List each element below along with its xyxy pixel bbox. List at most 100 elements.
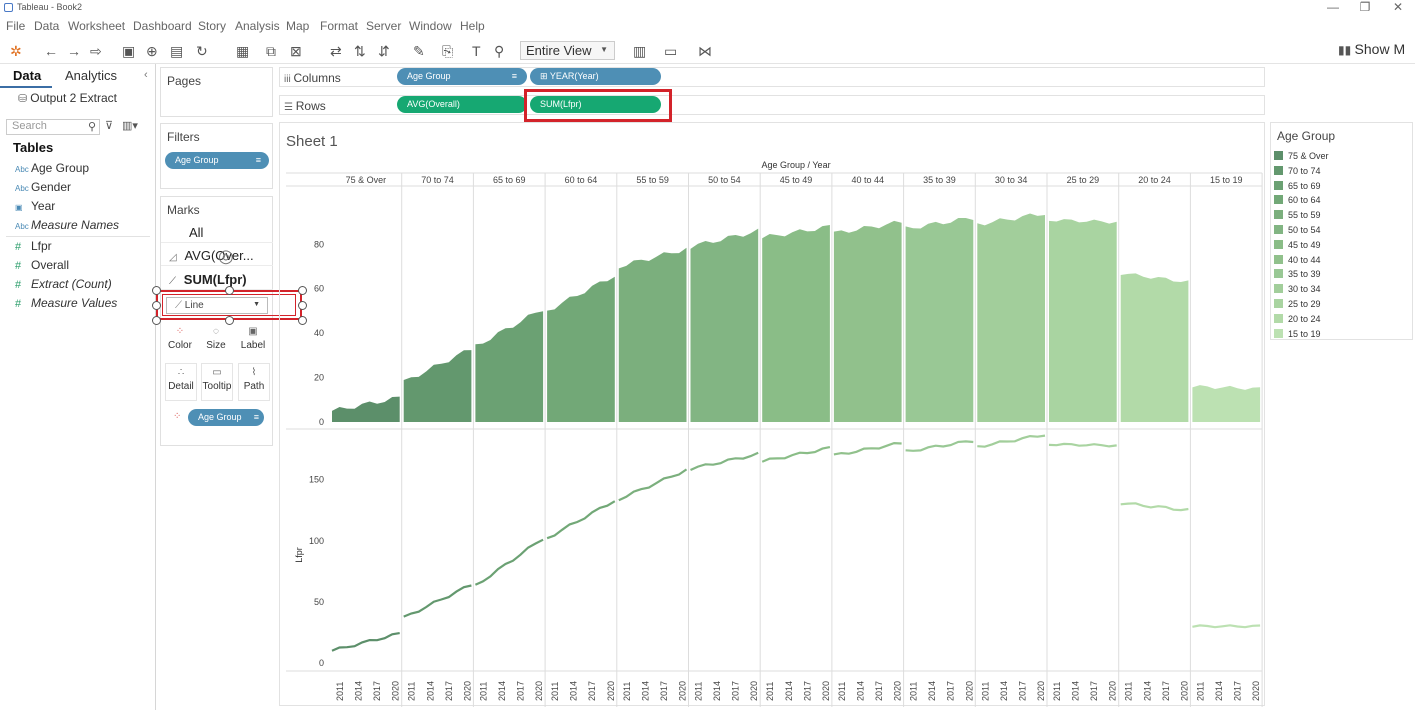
undo-icon[interactable]: ← (44, 43, 58, 59)
share-icon[interactable]: ⋈ (698, 43, 712, 59)
menu-format[interactable]: Format (320, 19, 358, 33)
legend-item[interactable]: 75 & Over (1274, 151, 1329, 161)
filter-fields-icon[interactable]: ⊽ (105, 119, 113, 132)
legend-item[interactable]: 50 to 54 (1274, 225, 1321, 235)
restore-button[interactable]: ❐ (1347, 0, 1383, 16)
marks-all[interactable]: All (161, 221, 273, 243)
menu-worksheet[interactable]: Worksheet (68, 19, 125, 33)
menu-data[interactable]: Data (34, 19, 59, 33)
field-lfpr[interactable]: # Lfpr (15, 239, 52, 253)
column-pill-age-group[interactable]: Age Group ≡ (397, 68, 527, 85)
collapse-icon[interactable]: ‹ (144, 69, 148, 81)
tooltip-icon: ▭ (212, 367, 222, 378)
column-pill-year[interactable]: ⊞ YEAR(Year) (530, 68, 661, 85)
field-extract-count[interactable]: # Extract (Count) (15, 277, 112, 291)
path-button[interactable]: ⌇ Path (238, 363, 270, 401)
menu-story[interactable]: Story (198, 19, 226, 33)
menu-map[interactable]: Map (286, 19, 309, 33)
datasource-item[interactable]: ⛁ Output 2 Extract (18, 91, 117, 105)
size-button[interactable]: ◌ Size (201, 323, 231, 361)
legend-item[interactable]: 35 to 39 (1274, 269, 1321, 279)
legend-item[interactable]: 55 to 59 (1274, 210, 1321, 220)
refresh-icon[interactable]: ↻ (196, 43, 208, 59)
label-icon[interactable]: T (472, 43, 481, 59)
field-measure-values[interactable]: # Measure Values (15, 296, 117, 310)
legend-item[interactable]: 65 to 69 (1274, 180, 1321, 191)
resize-handle[interactable] (225, 286, 234, 295)
column-header-label: 70 to 74 (421, 175, 454, 185)
minimize-button[interactable]: — (1315, 0, 1351, 16)
detail-button[interactable]: ∴ Detail (165, 363, 197, 401)
color-pill-age-group[interactable]: Age Group ≡ (188, 409, 264, 426)
x-tick-label: 2014 (712, 681, 722, 701)
presentation-icon[interactable]: ▭ (664, 43, 677, 59)
legend-item[interactable]: 40 to 44 (1274, 254, 1321, 265)
sort-descending-icon[interactable]: ⇵ (378, 43, 390, 59)
resize-handle[interactable] (225, 316, 234, 325)
string-type-icon: Abc (15, 184, 29, 193)
legend-item[interactable]: 25 to 29 (1274, 299, 1321, 309)
x-tick-label: 2017 (1161, 681, 1171, 701)
menu-server[interactable]: Server (366, 19, 401, 33)
legend-item[interactable]: 60 to 64 (1274, 195, 1321, 205)
label-button[interactable]: ▣ Label (238, 323, 268, 361)
column-header-title: Age Group / Year (762, 160, 831, 170)
legend-item[interactable]: 45 to 49 (1274, 239, 1321, 250)
new-datasource-icon[interactable]: ⊕ (146, 43, 158, 59)
legend-item[interactable]: 30 to 34 (1274, 284, 1321, 294)
x-tick-label: 2011 (694, 682, 704, 701)
highlight-icon[interactable]: ✎ (413, 43, 425, 59)
show-cards-icon[interactable]: ▥ (633, 43, 646, 59)
filter-pill-age-group[interactable]: Age Group ≡ (165, 152, 269, 169)
legend-item[interactable]: 70 to 74 (1274, 165, 1321, 176)
field-gender[interactable]: Abc Gender (15, 180, 71, 194)
field-year[interactable]: ▣ Year (15, 199, 55, 213)
save-icon[interactable]: ▣ (122, 43, 135, 59)
menu-dashboard[interactable]: Dashboard (133, 19, 192, 33)
pause-updates-icon[interactable]: ▤ (170, 43, 183, 59)
clear-sheet-icon[interactable]: ⊠ (290, 43, 302, 59)
tab-analytics[interactable]: Analytics (65, 68, 117, 83)
menu-window[interactable]: Window (409, 19, 452, 33)
field-measure-names[interactable]: Abc Measure Names (15, 218, 119, 232)
pages-card[interactable]: Pages (160, 67, 273, 117)
sort-ascending-icon[interactable]: ⇅ (354, 43, 366, 59)
close-button[interactable]: ✕ (1380, 0, 1415, 16)
menu-file[interactable]: File (6, 19, 25, 33)
pin-icon[interactable]: ⚲ (494, 43, 504, 59)
field-overall[interactable]: # Overall (15, 258, 69, 272)
fit-dropdown[interactable]: Entire View ▼ (520, 41, 615, 60)
column-header-label: 15 to 19 (1210, 175, 1243, 185)
tooltip-button[interactable]: ▭ Tooltip (201, 363, 233, 401)
resize-handle[interactable] (152, 286, 161, 295)
marks-avg-overall[interactable]: ◿ AVG(Over... (161, 244, 273, 266)
swap-icon[interactable]: ⇄ (330, 43, 342, 59)
legend-item[interactable]: 15 to 19 (1274, 328, 1321, 339)
columns-label: iii Columns (284, 71, 341, 85)
marks-sum-lfpr[interactable]: ⟋ SUM(Lfpr) (161, 268, 273, 290)
redo-icon[interactable]: → (67, 43, 81, 59)
color-button[interactable]: ⁘ Color (165, 323, 195, 361)
field-age-group[interactable]: Abc Age Group (15, 161, 89, 175)
tableau-logo-icon[interactable]: ✲ (10, 43, 22, 59)
x-tick-label: 2017 (1017, 681, 1027, 701)
replay-icon[interactable]: ⇨ (90, 43, 102, 59)
menu-help[interactable]: Help (460, 19, 485, 33)
resize-handle[interactable] (152, 316, 161, 325)
show-me-button[interactable]: ▮▮ Show M (1338, 41, 1405, 57)
new-worksheet-icon[interactable]: ▦ (236, 43, 249, 59)
duplicate-sheet-icon[interactable]: ⧉ (266, 43, 276, 59)
tab-data[interactable]: Data (13, 68, 41, 83)
legend-item[interactable]: 20 to 24 (1274, 313, 1321, 324)
area-mark (618, 247, 687, 422)
resize-handle[interactable] (152, 301, 161, 310)
search-input[interactable]: Search ⚲ (6, 119, 100, 135)
row-pill-avg-overall[interactable]: AVG(Overall) (397, 96, 527, 113)
line-mark (905, 440, 974, 452)
group-icon[interactable]: ⎘ (442, 43, 453, 59)
view-options-icon[interactable]: ▥▾ (122, 119, 138, 132)
chart-canvas[interactable]: Age Group / Year 0 20 40 60 80 0 50 100 150 Lfpr 75… (280, 123, 1266, 707)
x-tick-label: 2014 (999, 681, 1009, 701)
area-mark (905, 218, 974, 422)
menu-analysis[interactable]: Analysis (235, 19, 280, 33)
